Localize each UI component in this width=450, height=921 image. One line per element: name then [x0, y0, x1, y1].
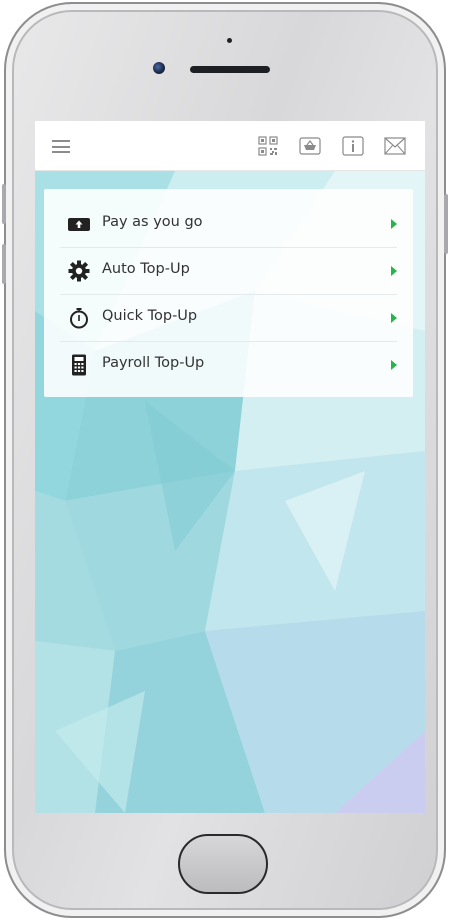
triangle-right-icon [391, 360, 397, 370]
menu-item-label: Quick Top-Up [102, 308, 198, 324]
menu-item-label: Payroll Top-Up [102, 355, 205, 371]
phone-screen: Pay as you go Auto Top-Up Quick Top-Up P… [35, 121, 425, 813]
basket-icon[interactable] [298, 135, 322, 157]
stopwatch-icon [70, 308, 88, 329]
menu-item-label: Pay as you go [102, 214, 203, 230]
speaker-slot [190, 66, 270, 73]
menu-item-quick-top-up[interactable]: Quick Top-Up [60, 294, 397, 341]
top-up-menu: Pay as you go Auto Top-Up Quick Top-Up P… [44, 189, 413, 397]
volume-down-button [2, 244, 6, 284]
calculator-icon [72, 354, 86, 376]
triangle-right-icon [391, 313, 397, 323]
menu-item-auto-top-up[interactable]: Auto Top-Up [60, 247, 397, 294]
menu-item-pay-as-you-go[interactable]: Pay as you go [60, 201, 397, 247]
triangle-right-icon [391, 266, 397, 276]
volume-up-button [2, 184, 6, 224]
menu-item-payroll-top-up[interactable]: Payroll Top-Up [60, 341, 397, 388]
qr-code-icon[interactable] [257, 135, 281, 157]
proximity-sensor [227, 38, 232, 43]
home-button[interactable] [178, 834, 268, 894]
info-icon[interactable] [341, 135, 365, 157]
power-button [444, 194, 448, 254]
menu-item-label: Auto Top-Up [102, 261, 190, 277]
mail-icon[interactable] [383, 135, 407, 157]
gear-icon [68, 260, 90, 282]
hamburger-icon[interactable] [52, 140, 70, 153]
wallet-icon [68, 218, 90, 231]
triangle-right-icon [391, 219, 397, 229]
app-header [35, 121, 425, 171]
front-camera-icon [153, 62, 165, 74]
